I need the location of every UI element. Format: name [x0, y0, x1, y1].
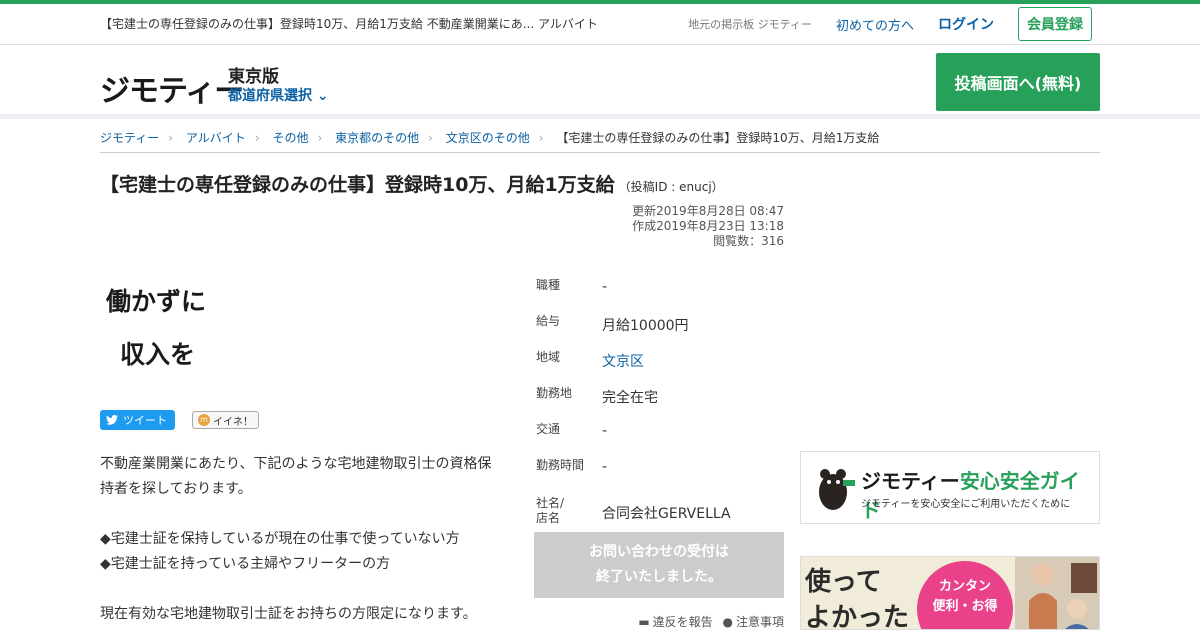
tweet-label: ツイート: [123, 414, 167, 427]
social-buttons: ツイート m イイネ！: [100, 410, 259, 430]
banner-photo: [1015, 557, 1099, 629]
chevron-right-icon: ›: [317, 131, 323, 145]
detail-value: 月給10000円: [602, 318, 689, 334]
site-logo[interactable]: ジモティー: [100, 66, 244, 110]
breadcrumb-item[interactable]: アルバイト: [186, 131, 246, 145]
notice-link[interactable]: 注意事項: [736, 615, 784, 629]
body-paragraph: 現在有効な宅地建物取引士証をお持ちの方限定になります。: [100, 606, 477, 622]
pref-select-link[interactable]: 都道府県選択 ⌄: [228, 85, 329, 105]
banner-badge: カンタン 便利・お得: [917, 561, 1013, 629]
image-text-line1: 働かずに: [106, 287, 207, 316]
guide-brand: ジモティー: [861, 469, 960, 493]
post-title-row: 【宅建士の専任登録のみの仕事】登録時10万、月給1万支給 （投稿ID : enuc…: [100, 170, 724, 197]
detail-row-salary: 給与 月給10000円: [536, 311, 786, 347]
mixi-icon: m: [198, 414, 210, 426]
promo-banner[interactable]: 使って よかった カンタン 便利・お得: [800, 556, 1100, 630]
detail-row-transport: 交通 -: [536, 419, 786, 455]
updated-date: 更新2019年8月28日 08:47: [632, 204, 784, 218]
created-date: 作成2019年8月23日 13:18: [632, 219, 784, 233]
banner-badge-line2: 便利・お得: [932, 599, 998, 614]
chevron-right-icon: ›: [168, 131, 174, 145]
contact-closed-button[interactable]: お問い合わせの受付は 終了いたしました。: [534, 532, 784, 598]
safety-guide-banner[interactable]: ジモティー安心安全ガイド ジモティーを安心安全にご利用いただくために: [800, 451, 1100, 524]
detail-label: 勤務時間: [536, 458, 585, 472]
detail-value: -: [602, 459, 608, 475]
pref-select-label: 都道府県選択: [228, 88, 312, 104]
company-label-1: 社名/: [536, 496, 565, 510]
view-count: 閲覧数：316: [713, 234, 784, 248]
detail-value: 合同会社GERVELLA: [602, 506, 731, 522]
detail-label: 地域: [536, 350, 561, 364]
chevron-right-icon: ›: [254, 131, 260, 145]
post-image[interactable]: 働かずに 収入を: [100, 270, 300, 380]
top-header: 【宅建士の専任登録のみの仕事】登録時10万、月給1万支給 不動産業開業にあ...…: [0, 4, 1200, 45]
banner-badge-line1: カンタン: [938, 579, 991, 594]
detail-value: -: [602, 279, 608, 295]
site-header: ジモティー 東京版 都道府県選択 ⌄ 投稿画面へ(無料): [0, 45, 1200, 119]
header-nav: 地元の掲示板 ジモティー 初めての方へ ログイン 会員登録: [688, 7, 1092, 41]
register-button[interactable]: 会員登録: [1018, 7, 1092, 41]
breadcrumb-item[interactable]: 文京区のその他: [446, 131, 530, 145]
breadcrumb-item[interactable]: ジモティー: [100, 131, 159, 145]
region-label: 東京版: [228, 67, 279, 87]
post-body: 不動産業開業にあたり、下記のような宅地建物取引士の資格保持者を探しております。 …: [100, 452, 500, 627]
iine-label: イイネ！: [213, 416, 253, 428]
detail-label: 勤務地: [536, 386, 573, 400]
job-details: 職種 - 給与 月給10000円 地域 文京区 勤務地 完全在宅 交通 - 勤務…: [536, 275, 786, 531]
post-button[interactable]: 投稿画面へ(無料): [936, 53, 1100, 111]
body-line: ◆宅建士証を保持しているが現在の仕事で使っていない方: [100, 531, 460, 547]
flag-icon: ▬: [638, 615, 650, 629]
detail-row-area: 地域 文京区: [536, 347, 786, 383]
page-title-text: 【宅建士の専任登録のみの仕事】登録時10万、月給1万支給 不動産業開業にあ...…: [100, 17, 598, 31]
info-icon: ●: [722, 615, 733, 629]
detail-label: 給与: [536, 314, 561, 328]
detail-row-job-type: 職種 -: [536, 275, 786, 311]
post-meta: 更新2019年8月28日 08:47 作成2019年8月23日 13:18 閲覧…: [632, 204, 784, 249]
chevron-right-icon: ›: [538, 131, 544, 145]
detail-label: 交通: [536, 422, 561, 436]
detail-value: 完全在宅: [602, 390, 658, 406]
guide-title: ジモティー安心安全ガイド: [861, 465, 1099, 523]
report-violation-link[interactable]: 違反を報告: [653, 615, 713, 629]
post-id: （投稿ID : enucj）: [618, 180, 724, 194]
chevron-down-icon: ⌄: [316, 88, 329, 104]
breadcrumb-current: 【宅建士の専任登録のみの仕事】登録時10万、月給1万支給: [556, 131, 880, 145]
detail-label: 職種: [536, 278, 561, 292]
login-link[interactable]: ログイン: [938, 14, 994, 34]
banner-text-line2: よかった: [805, 603, 910, 630]
banner-text-line1: 使って: [805, 567, 882, 597]
breadcrumb: ジモティー › アルバイト › その他 › 東京都のその他 › 文京区のその他 › 【宅建…: [100, 129, 1100, 153]
area-link[interactable]: 文京区: [602, 354, 644, 370]
tagline: 地元の掲示板 ジモティー: [688, 18, 812, 31]
detail-row-company: 社名/ 店名 合同会社GERVELLA: [536, 495, 786, 531]
first-time-link[interactable]: 初めての方へ: [836, 15, 914, 34]
contact-line1: お問い合わせの受付は: [589, 544, 729, 560]
detail-row-hours: 勤務時間 -: [536, 455, 786, 495]
guide-subtitle: ジモティーを安心安全にご利用いただくために: [861, 499, 1071, 510]
people-photo-icon: [1015, 557, 1099, 629]
twitter-bird-icon: [106, 415, 118, 425]
post-title: 【宅建士の専任登録のみの仕事】登録時10万、月給1万支給: [100, 174, 615, 196]
breadcrumb-item[interactable]: 東京都のその他: [335, 131, 419, 145]
detail-label: 社名/ 店名: [536, 495, 602, 531]
company-label-2: 店名: [536, 511, 561, 525]
report-links: ▬ 違反を報告 ● 注意事項: [632, 613, 784, 630]
iine-button[interactable]: m イイネ！: [192, 411, 259, 429]
tweet-button[interactable]: ツイート: [100, 410, 175, 430]
chevron-right-icon: ›: [428, 131, 433, 145]
mascot-icon: [819, 469, 855, 510]
detail-row-workplace: 勤務地 完全在宅: [536, 383, 786, 419]
body-paragraph: 不動産業開業にあたり、下記のような宅地建物取引士の資格保持者を探しております。: [100, 456, 492, 497]
contact-line2: 終了いたしました。: [596, 569, 722, 585]
body-line: ◆宅建士証を持っている主婦やフリーターの方: [100, 556, 391, 572]
image-text-line2: 収入を: [120, 340, 196, 369]
breadcrumb-item[interactable]: その他: [272, 131, 308, 145]
detail-value: -: [602, 423, 608, 439]
